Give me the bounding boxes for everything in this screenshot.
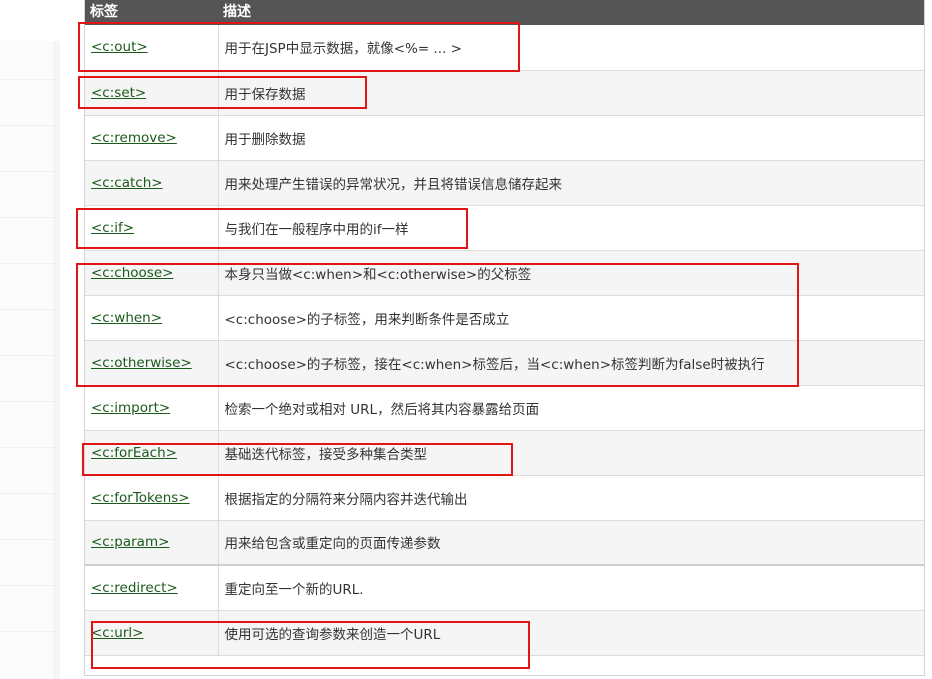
table-row: <c:if> 与我们在一般程序中用的if一样: [85, 205, 924, 251]
table-row: <c:choose> 本身只当做<c:when>和<c:otherwise>的父…: [85, 250, 924, 296]
tag-cell: <c:choose>: [85, 250, 219, 296]
tag-link-redirect[interactable]: <c:redirect>: [91, 580, 178, 596]
tag-cell: <c:import>: [85, 385, 219, 431]
tag-cell: <c:redirect>: [85, 565, 219, 611]
desc-cell: <c:choose>的子标签，用来判断条件是否成立: [218, 295, 924, 341]
tag-cell: <c:when>: [85, 295, 219, 341]
desc-cell: 用于在JSP中显示数据，就像<%= ... >: [218, 25, 924, 71]
table-row: <c:forTokens> 根据指定的分隔符来分隔内容并迭代输出: [85, 475, 924, 521]
sidebar-divider: [0, 309, 54, 310]
desc-cell: 与我们在一般程序中用的if一样: [218, 205, 924, 251]
tag-link-import[interactable]: <c:import>: [91, 400, 170, 416]
tag-link-choose[interactable]: <c:choose>: [91, 265, 173, 281]
table-row: <c:redirect> 重定向至一个新的URL.: [85, 565, 924, 611]
desc-cell: 用于保存数据: [218, 70, 924, 116]
jstl-tag-table: 标签 描述 <c:out> 用于在JSP中显示数据，就像<%= ... > <c…: [85, 0, 924, 656]
desc-cell: 基础迭代标签，接受多种集合类型: [218, 430, 924, 476]
sidebar-divider: [0, 401, 54, 402]
sidebar-divider: [0, 585, 54, 586]
tag-link-foreach[interactable]: <c:forEach>: [91, 445, 177, 461]
table-row: <c:set> 用于保存数据: [85, 70, 924, 116]
tag-link-when[interactable]: <c:when>: [91, 310, 162, 326]
sidebar-divider: [0, 631, 54, 632]
header-tag: 标签: [85, 0, 218, 25]
sidebar-divider: [0, 125, 54, 126]
tag-cell: <c:catch>: [85, 160, 219, 206]
desc-cell: 用于删除数据: [218, 115, 924, 161]
table-header-row: 标签 描述: [85, 0, 924, 25]
table-row: <c:when> <c:choose>的子标签，用来判断条件是否成立: [85, 295, 924, 341]
tag-cell: <c:set>: [85, 70, 219, 116]
tag-link-fortokens[interactable]: <c:forTokens>: [91, 490, 190, 506]
desc-cell: 本身只当做<c:when>和<c:otherwise>的父标签: [218, 250, 924, 296]
tag-cell: <c:otherwise>: [85, 340, 219, 386]
sidebar-divider: [0, 79, 54, 80]
left-sidebar: [0, 0, 60, 679]
table-row: <c:out> 用于在JSP中显示数据，就像<%= ... >: [85, 25, 924, 71]
jstl-tag-table-container: 标签 描述 <c:out> 用于在JSP中显示数据，就像<%= ... > <c…: [84, 0, 925, 676]
sidebar-divider: [0, 355, 54, 356]
tag-cell: <c:param>: [85, 520, 219, 566]
tag-cell: <c:forTokens>: [85, 475, 219, 521]
sidebar-top: [0, 0, 60, 41]
table-row: <c:import> 检索一个绝对或相对 URL，然后将其内容暴露给页面: [85, 385, 924, 431]
table-row: <c:url> 使用可选的查询参数来创造一个URL: [85, 610, 924, 656]
tag-cell: <c:url>: [85, 610, 219, 656]
header-desc: 描述: [218, 0, 924, 25]
sidebar-divider: [0, 493, 54, 494]
tag-cell: <c:forEach>: [85, 430, 219, 476]
table-row: <c:remove> 用于删除数据: [85, 115, 924, 161]
tag-link-out[interactable]: <c:out>: [91, 39, 148, 55]
sidebar-divider: [0, 217, 54, 218]
tag-cell: <c:if>: [85, 205, 219, 251]
table-row: <c:catch> 用来处理产生错误的异常状况，并且将错误信息储存起来: [85, 160, 924, 206]
tag-link-if[interactable]: <c:if>: [91, 220, 134, 236]
sidebar-list: [0, 41, 55, 679]
tag-link-catch[interactable]: <c:catch>: [91, 175, 163, 191]
tag-cell: <c:remove>: [85, 115, 219, 161]
desc-cell: 检索一个绝对或相对 URL，然后将其内容暴露给页面: [218, 385, 924, 431]
tag-link-param[interactable]: <c:param>: [91, 534, 169, 550]
tag-link-set[interactable]: <c:set>: [91, 85, 146, 101]
tag-cell: <c:out>: [85, 25, 219, 71]
sidebar-divider: [0, 263, 54, 264]
desc-cell: 用来处理产生错误的异常状况，并且将错误信息储存起来: [218, 160, 924, 206]
desc-cell: 根据指定的分隔符来分隔内容并迭代输出: [218, 475, 924, 521]
table-row: <c:param> 用来给包含或重定向的页面传递参数: [85, 520, 924, 566]
tag-link-remove[interactable]: <c:remove>: [91, 130, 177, 146]
table-row: <c:forEach> 基础迭代标签，接受多种集合类型: [85, 430, 924, 476]
sidebar-divider: [0, 539, 54, 540]
tag-link-url[interactable]: <c:url>: [91, 625, 143, 641]
sidebar-divider: [0, 447, 54, 448]
desc-cell: 使用可选的查询参数来创造一个URL: [218, 610, 924, 656]
desc-cell: 用来给包含或重定向的页面传递参数: [218, 520, 924, 566]
desc-cell: 重定向至一个新的URL.: [218, 565, 924, 611]
sidebar-divider: [0, 171, 54, 172]
desc-cell: <c:choose>的子标签，接在<c:when>标签后，当<c:when>标签…: [218, 340, 924, 386]
table-row: <c:otherwise> <c:choose>的子标签，接在<c:when>标…: [85, 340, 924, 386]
tag-link-otherwise[interactable]: <c:otherwise>: [91, 355, 192, 371]
